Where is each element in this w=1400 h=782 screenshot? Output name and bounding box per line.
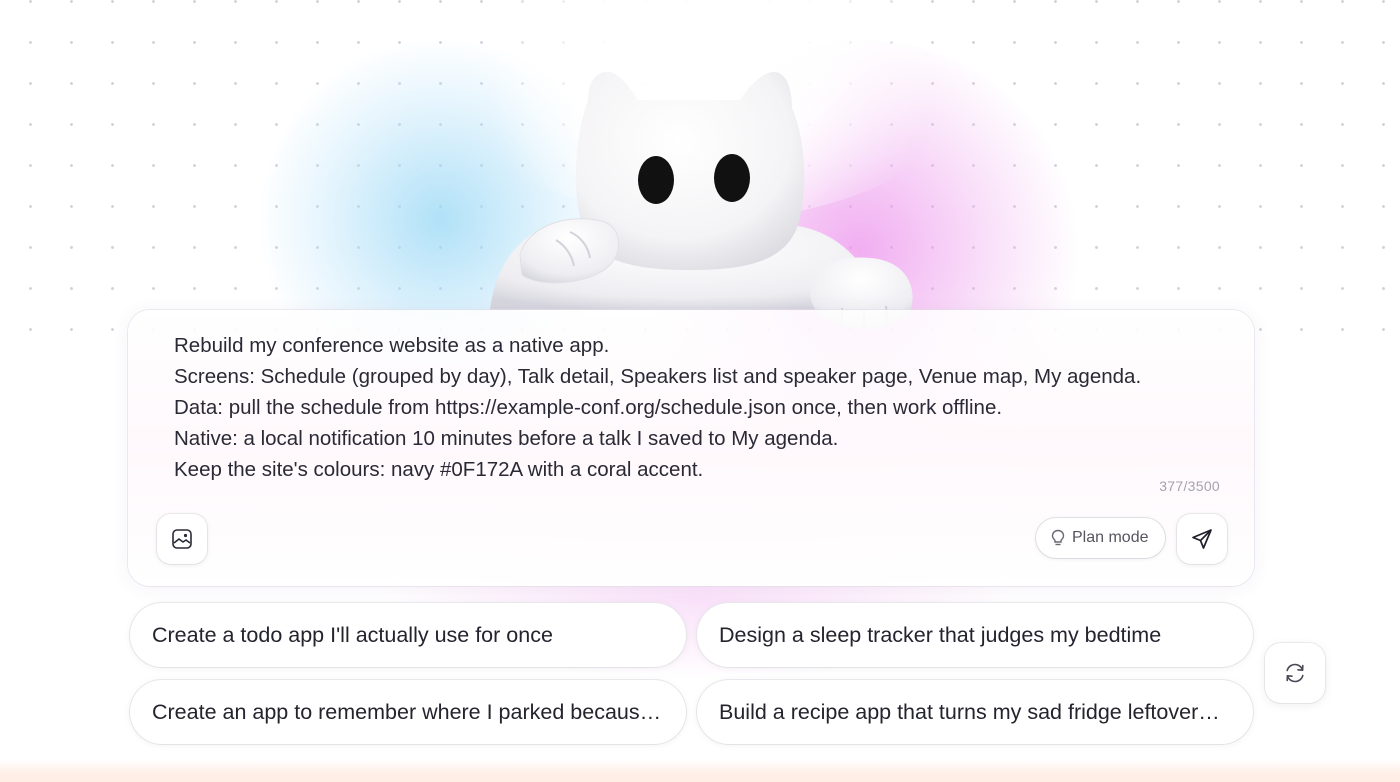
refresh-suggestions-button[interactable] [1265,643,1325,703]
prompt-line: Rebuild my conference website as a nativ… [174,334,610,357]
send-icon [1192,529,1212,549]
attach-image-button[interactable] [157,514,207,564]
prompt-line: Data: pull the schedule from https://exa… [174,396,1003,419]
prompt-line: Screens: Schedule (grouped by day), Talk… [174,365,1142,388]
suggestion-label: Create an app to remember where I parked… [152,699,662,724]
app-stage: Rebuild my conference website as a nativ… [0,0,1400,782]
suggestion-label: Design a sleep tracker that judges my be… [719,622,1162,647]
prompt-textarea[interactable]: Rebuild my conference website as a nativ… [174,330,1184,485]
image-upload-icon [172,529,192,549]
character-counter: 377/3500 [1159,478,1220,494]
refresh-icon [1286,663,1304,683]
plan-mode-label: Plan mode [1072,529,1149,546]
prompt-input-card[interactable]: Rebuild my conference website as a nativ… [128,310,1254,586]
suggestion-chip[interactable]: Create a todo app I'll actually use for … [130,603,686,667]
send-button[interactable] [1177,514,1227,564]
bottom-gradient-band [0,760,1400,782]
cat-mascot-icon [490,71,913,330]
suggestion-chip[interactable]: Create an app to remember where I parked… [130,680,686,744]
lightbulb-icon [1051,529,1065,546]
suggestion-chip[interactable]: Design a sleep tracker that judges my be… [697,603,1253,667]
suggestion-label: Create a todo app I'll actually use for … [152,622,553,647]
prompt-line: Keep the site's colours: navy #0F172A wi… [174,458,704,481]
suggestion-chip[interactable]: Build a recipe app that turns my sad fri… [697,680,1253,744]
suggestion-label: Build a recipe app that turns my sad fri… [719,699,1229,724]
prompt-line: Native: a local notification 10 minutes … [174,427,839,450]
plan-mode-button[interactable]: Plan mode [1036,518,1165,558]
